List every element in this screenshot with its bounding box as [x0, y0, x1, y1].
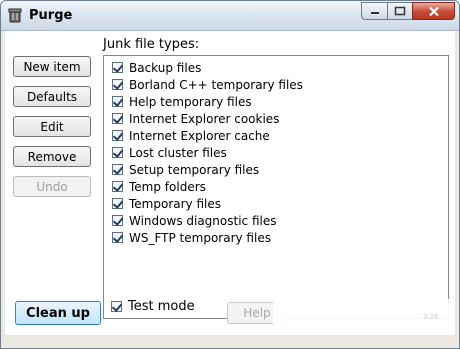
checkbox[interactable]: [112, 215, 123, 226]
junk-file-types-list[interactable]: Backup files Borland C++ temporary files…: [103, 55, 449, 319]
list-item-label: Lost cluster files: [129, 145, 227, 160]
list-item[interactable]: Temp folders: [112, 178, 206, 195]
checkbox[interactable]: [112, 181, 123, 192]
defaults-label: Defaults: [26, 89, 78, 104]
watermark-text: 3.26: [423, 313, 439, 321]
checkbox[interactable]: [112, 164, 123, 175]
list-item-label: Temporary files: [129, 196, 221, 211]
list-item-label: Setup temporary files: [129, 162, 260, 177]
list-item[interactable]: Internet Explorer cache: [112, 127, 270, 144]
test-mode-option[interactable]: Test mode: [111, 299, 195, 314]
edit-label: Edit: [40, 119, 64, 134]
list-item-label: Borland C++ temporary files: [129, 77, 303, 92]
list-item[interactable]: Internet Explorer cookies: [112, 110, 279, 127]
test-mode-checkbox[interactable]: [111, 301, 122, 312]
list-item-label: Internet Explorer cookies: [129, 111, 280, 126]
checkbox[interactable]: [112, 113, 123, 124]
close-icon: [428, 6, 439, 16]
list-item-label: Temp folders: [129, 179, 206, 194]
title-bar[interactable]: Purge: [1, 1, 459, 31]
list-item-label: Help temporary files: [129, 94, 252, 109]
new-item-label: New item: [23, 59, 81, 74]
close-button[interactable]: [412, 2, 455, 20]
list-item[interactable]: Help temporary files: [112, 93, 252, 110]
list-item[interactable]: Lost cluster files: [112, 144, 227, 161]
undo-button[interactable]: Undo: [13, 176, 91, 197]
list-item[interactable]: Backup files: [112, 59, 201, 76]
clean-up-button[interactable]: Clean up: [15, 301, 101, 325]
edit-button[interactable]: Edit: [13, 116, 91, 137]
checkbox[interactable]: [112, 198, 123, 209]
minimize-button[interactable]: [361, 2, 387, 20]
list-item-label: Internet Explorer cache: [129, 128, 270, 143]
remove-button[interactable]: Remove: [13, 146, 91, 167]
maximize-icon: [394, 6, 406, 16]
clean-up-label: Clean up: [26, 305, 90, 321]
list-item[interactable]: Borland C++ temporary files: [112, 76, 303, 93]
checkbox[interactable]: [112, 130, 123, 141]
new-item-button[interactable]: New item: [13, 56, 91, 77]
checkbox[interactable]: [112, 96, 123, 107]
list-item[interactable]: WS_FTP temporary files: [112, 229, 271, 246]
checkbox[interactable]: [112, 232, 123, 243]
main-panel: New item Defaults Edit Remove Undo Junk …: [5, 31, 455, 345]
checkbox[interactable]: [112, 62, 123, 73]
list-item[interactable]: Setup temporary files: [112, 161, 259, 178]
list-item[interactable]: Temporary files: [112, 195, 221, 212]
defaults-button[interactable]: Defaults: [13, 86, 91, 107]
list-item-label: WS_FTP temporary files: [129, 230, 271, 245]
list-item-label: Windows diagnostic files: [129, 213, 277, 228]
junk-file-types-label: Junk file types:: [103, 37, 200, 52]
checkbox[interactable]: [112, 147, 123, 158]
remove-label: Remove: [27, 149, 77, 164]
help-label: Help: [243, 306, 271, 320]
status-bar: [5, 335, 455, 347]
trash-can-icon: [8, 8, 22, 23]
purge-window: Purge New item Defaults Edit Remove Undo…: [0, 0, 460, 349]
test-mode-label: Test mode: [128, 299, 195, 314]
minimize-icon: [370, 12, 379, 14]
maximize-button[interactable]: [387, 2, 412, 20]
caption-buttons: [361, 2, 455, 20]
window-title: Purge: [29, 8, 73, 23]
list-item-label: Backup files: [129, 60, 202, 75]
undo-label: Undo: [36, 179, 68, 194]
checkbox[interactable]: [112, 79, 123, 90]
list-item[interactable]: Windows diagnostic files: [112, 212, 276, 229]
